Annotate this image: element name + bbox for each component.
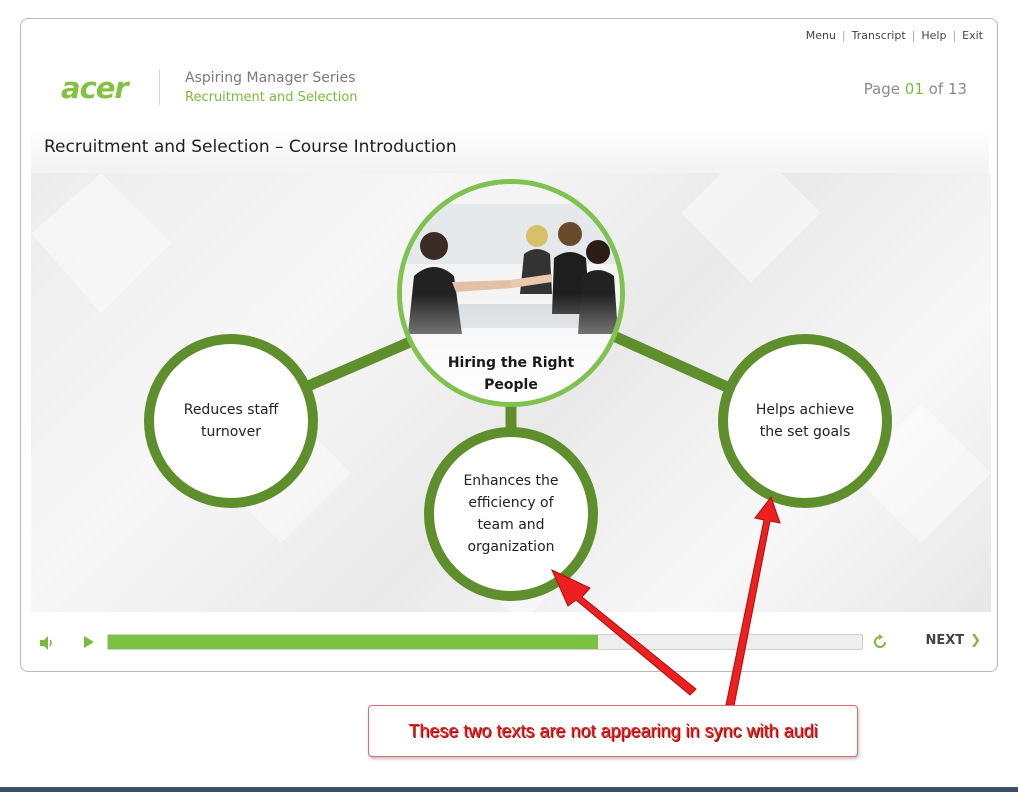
hub-circle: Hiring the Right People	[397, 179, 625, 407]
acer-logo: acer	[61, 71, 129, 105]
page-current: 01	[904, 80, 924, 98]
taskbar-strip	[0, 787, 1018, 792]
hub-caption: Hiring the Right People	[402, 352, 620, 396]
achieve-goals-circle: Helps achieve the set goals	[718, 334, 892, 508]
next-label: NEXT	[925, 633, 965, 648]
progress-bar[interactable]	[107, 634, 863, 650]
circle-text-line: Enhances the	[463, 473, 559, 489]
circle-text-line: team and	[477, 517, 545, 533]
player-controls: NEXT ❯	[31, 627, 991, 657]
series-title: Aspiring Manager Series	[185, 70, 356, 86]
circle-text-line: efficiency of	[468, 495, 554, 511]
header-divider	[159, 69, 160, 105]
exit-link[interactable]: Exit	[962, 29, 983, 42]
nav-separator: |	[841, 29, 846, 42]
top-navigation: Menu | Transcript | Help | Exit	[806, 29, 983, 42]
help-link[interactable]: Help	[921, 29, 946, 42]
circle-text-line: organization	[467, 539, 555, 555]
enhances-efficiency-circle: Enhances the efficiency of team and orga…	[424, 427, 598, 601]
page-total: of 13	[928, 80, 967, 98]
course-player-frame: Menu | Transcript | Help | Exit acer Asp…	[20, 18, 998, 672]
menu-link[interactable]: Menu	[806, 29, 836, 42]
hub-caption-line: Hiring the Right	[447, 355, 575, 371]
nav-separator: |	[911, 29, 916, 42]
annotation-callout: These two texts are not appearing in syn…	[368, 705, 858, 757]
chevron-right-icon: ❯	[970, 633, 981, 648]
page-prefix: Page	[863, 80, 901, 98]
circle-text-line: the set goals	[759, 424, 851, 440]
circle-text-line: Helps achieve	[755, 402, 855, 418]
circle-text-line: Reduces staff	[183, 402, 279, 418]
page-indicator: Page 01 of 13	[864, 80, 967, 98]
slide-title-bar: Recruitment and Selection – Course Intro…	[31, 123, 989, 173]
circle-text-line: turnover	[201, 424, 261, 440]
slide-title: Recruitment and Selection – Course Intro…	[44, 137, 457, 157]
progress-fill	[108, 635, 599, 649]
transcript-link[interactable]: Transcript	[852, 29, 906, 42]
hub-caption-line: People	[484, 377, 538, 393]
play-icon[interactable]	[82, 635, 96, 649]
slide-stage: Hiring the Right People Reduces staff tu…	[31, 173, 991, 612]
replay-icon[interactable]	[871, 633, 889, 651]
speaker-icon[interactable]	[39, 635, 55, 651]
reduces-turnover-circle: Reduces staff turnover	[144, 334, 318, 508]
next-button[interactable]: NEXT ❯	[925, 633, 981, 648]
nav-separator: |	[952, 29, 957, 42]
course-subtitle: Recruitment and Selection	[185, 90, 358, 105]
